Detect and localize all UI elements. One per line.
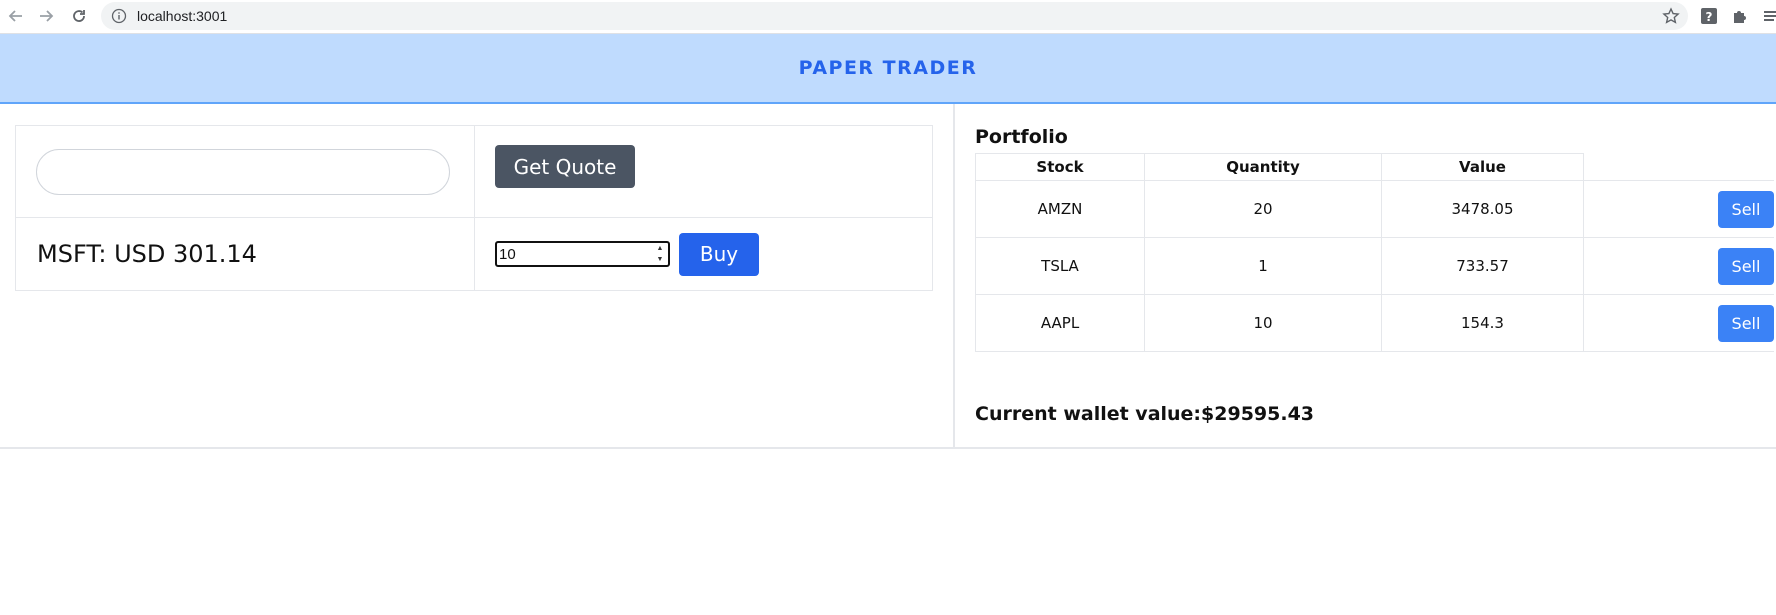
quantity-stepper[interactable]: 10 ▲ ▼ (495, 241, 670, 267)
bottom-divider (0, 447, 1776, 449)
column-header-action (1583, 153, 1774, 181)
quote-result: MSFT: USD 301.14 (37, 240, 257, 268)
app-header: PAPER TRADER (0, 34, 1776, 104)
quantity-value[interactable]: 10 (499, 246, 516, 263)
cell-quantity: 1 (1144, 237, 1382, 295)
pane-divider (953, 104, 955, 448)
portfolio-title: Portfolio (975, 126, 1068, 148)
sell-button[interactable]: Sell (1718, 247, 1774, 285)
reload-icon[interactable] (67, 4, 91, 28)
symbol-cell (15, 125, 475, 218)
forward-icon[interactable] (34, 4, 58, 28)
back-icon[interactable] (4, 4, 28, 28)
cell-action: Sell (1583, 180, 1774, 238)
buy-controls: 10 ▲ ▼ Buy (495, 232, 932, 276)
stepper-arrows[interactable]: ▲ ▼ (654, 244, 666, 264)
help-extension-icon[interactable]: ? (1700, 7, 1718, 25)
column-header-stock: Stock (975, 153, 1145, 181)
table-row: TSLA 1 733.57 Sell (975, 237, 1774, 295)
app-title: PAPER TRADER (798, 57, 978, 79)
portfolio-header-row: Stock Quantity Value (975, 153, 1774, 181)
cell-value: 3478.05 (1381, 180, 1584, 238)
cell-quantity: 10 (1144, 294, 1382, 352)
cell-stock: TSLA (975, 237, 1145, 295)
column-header-quantity: Quantity (1144, 153, 1382, 181)
quote-button-cell: Get Quote (474, 125, 933, 218)
trade-panel: Get Quote MSFT: USD 301.14 10 ▲ ▼ Buy (15, 125, 933, 291)
star-icon[interactable] (1662, 7, 1680, 25)
puzzle-icon[interactable] (1731, 7, 1749, 25)
cell-action: Sell (1583, 294, 1774, 352)
cell-action: Sell (1583, 237, 1774, 295)
menu-icon[interactable] (1762, 7, 1776, 25)
browser-toolbar: localhost:3001 ? (0, 0, 1776, 34)
sell-button[interactable]: Sell (1718, 190, 1774, 228)
table-row: AAPL 10 154.3 Sell (975, 294, 1774, 352)
info-icon[interactable] (111, 8, 127, 24)
buy-cell: 10 ▲ ▼ Buy (474, 217, 933, 291)
stepper-down-icon[interactable]: ▼ (657, 255, 664, 264)
get-quote-button[interactable]: Get Quote (495, 145, 635, 188)
cell-value: 154.3 (1381, 294, 1584, 352)
table-row: AMZN 20 3478.05 Sell (975, 180, 1774, 238)
buy-button[interactable]: Buy (679, 232, 759, 276)
address-bar[interactable]: localhost:3001 (101, 2, 1688, 30)
address-url[interactable]: localhost:3001 (137, 8, 227, 24)
symbol-search-input[interactable] (36, 148, 450, 195)
quote-result-cell: MSFT: USD 301.14 (15, 217, 475, 291)
svg-text:?: ? (1706, 10, 1713, 24)
column-header-value: Value (1381, 153, 1584, 181)
sell-button[interactable]: Sell (1718, 304, 1774, 342)
cell-quantity: 20 (1144, 180, 1382, 238)
cell-value: 733.57 (1381, 237, 1584, 295)
cell-stock: AAPL (975, 294, 1145, 352)
cell-stock: AMZN (975, 180, 1145, 238)
stepper-up-icon[interactable]: ▲ (657, 244, 664, 253)
portfolio-table: Stock Quantity Value AMZN 20 3478.05 Sel… (975, 153, 1774, 352)
wallet-value: Current wallet value:$29595.43 (975, 403, 1315, 425)
